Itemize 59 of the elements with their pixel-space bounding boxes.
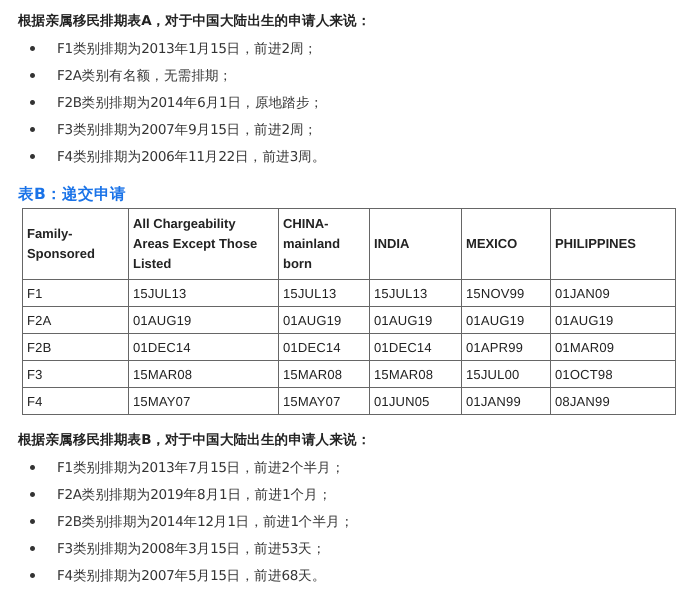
bullet-icon bbox=[30, 46, 35, 51]
table-cell: 15MAY07 bbox=[278, 388, 370, 414]
list-item-text: F1类别排期为2013年1月15日，前进2周； bbox=[57, 40, 318, 58]
bullet-icon bbox=[30, 573, 35, 578]
column-header: Family-Sponsored bbox=[22, 208, 128, 280]
table-cell: 01DEC14 bbox=[278, 334, 370, 360]
bullet-icon bbox=[30, 519, 35, 524]
bullet-icon bbox=[30, 127, 35, 132]
list-item-text: F4类别排期为2007年5月15日，前进68天。 bbox=[57, 566, 326, 584]
table-cell: 01DEC14 bbox=[370, 334, 462, 360]
table-cell: 08JAN99 bbox=[550, 388, 676, 414]
list-item-text: F3类别排期为2008年3月15日，前进53天； bbox=[57, 540, 326, 558]
table-cell: 01AUG19 bbox=[278, 306, 370, 334]
table-cell: 01JAN09 bbox=[550, 280, 676, 306]
list-item-text: F2A类别有名额，无需排期； bbox=[57, 66, 232, 84]
table-cell: 15MAY07 bbox=[128, 388, 278, 414]
table-cell: F2A bbox=[22, 306, 128, 334]
table-cell: 01AUG19 bbox=[370, 306, 462, 334]
table-cell: 01JAN99 bbox=[462, 388, 550, 414]
column-header: CHINA-mainland born bbox=[278, 208, 370, 280]
table-cell: 15JUL13 bbox=[278, 280, 370, 306]
bullet-icon bbox=[30, 100, 35, 105]
list-item-text: F2A类别排期为2019年8月1日，前进1个月； bbox=[57, 486, 332, 504]
table-cell: 15NOV99 bbox=[462, 280, 550, 306]
table-cell: 15JUL13 bbox=[128, 280, 278, 306]
list-item-text: F1类别排期为2013年7月15日，前进2个半月； bbox=[57, 458, 345, 476]
bullet-icon bbox=[30, 465, 35, 470]
table-cell: 15MAR08 bbox=[278, 360, 370, 388]
table-cell: F1 bbox=[22, 280, 128, 306]
table-cell: 01MAR09 bbox=[550, 334, 676, 360]
table-cell: 01DEC14 bbox=[128, 334, 278, 360]
table-cell: F4 bbox=[22, 388, 128, 414]
bullet-icon bbox=[30, 154, 35, 159]
column-header: INDIA bbox=[370, 208, 462, 280]
bullet-icon bbox=[30, 492, 35, 497]
bullet-icon bbox=[30, 73, 35, 78]
column-header: All Chargeability Areas Except Those Listed bbox=[128, 208, 278, 280]
table-cell: F3 bbox=[22, 360, 128, 388]
bullet-icon bbox=[30, 546, 35, 551]
table-cell: 15MAR08 bbox=[128, 360, 278, 388]
column-header: MEXICO bbox=[462, 208, 550, 280]
table-cell: 01AUG19 bbox=[128, 306, 278, 334]
column-header: PHILIPPINES bbox=[550, 208, 676, 280]
list-item-text: F4类别排期为2006年11月22日，前进3周。 bbox=[57, 148, 326, 166]
table-cell: 15JUL00 bbox=[462, 360, 550, 388]
table-cell: 01AUG19 bbox=[550, 306, 676, 334]
table-title: 表B：递交申请 bbox=[18, 184, 127, 204]
table-cell: 15MAR08 bbox=[370, 360, 462, 388]
table-cell: F2B bbox=[22, 334, 128, 360]
section-heading: 根据亲属移民排期表A，对于中国大陆出生的申请人来说： bbox=[18, 12, 372, 31]
list-item-text: F2B类别排期为2014年6月1日，原地踏步； bbox=[57, 94, 324, 112]
table-cell: 01JUN05 bbox=[370, 388, 462, 414]
table-cell: 15JUL13 bbox=[370, 280, 462, 306]
table-cell: 01APR99 bbox=[462, 334, 550, 360]
table-cell: 01OCT98 bbox=[550, 360, 676, 388]
section-heading: 根据亲属移民排期表B，对于中国大陆出生的申请人来说： bbox=[18, 431, 372, 450]
list-item-text: F2B类别排期为2014年12月1日，前进1个半月； bbox=[57, 512, 354, 530]
list-item-text: F3类别排期为2007年9月15日，前进2周； bbox=[57, 120, 318, 138]
table-cell: 01AUG19 bbox=[462, 306, 550, 334]
